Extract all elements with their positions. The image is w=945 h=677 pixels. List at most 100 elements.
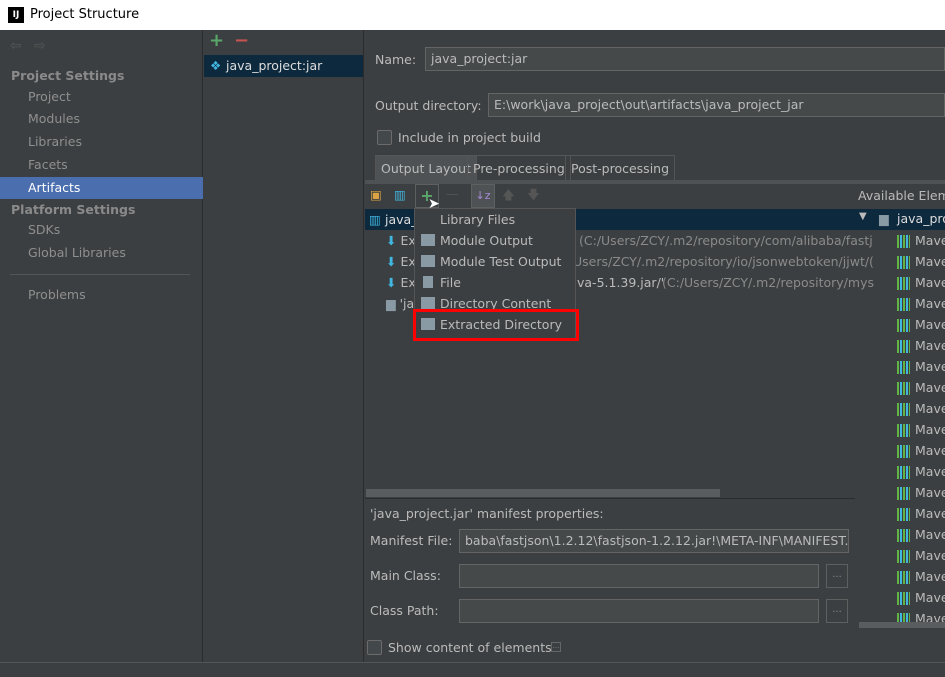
available-item-label: Mave — [915, 296, 945, 311]
available-item-label: Mave — [915, 275, 945, 290]
folder-icon: ▆ — [386, 296, 396, 311]
move-down-icon[interactable]: 🡇 — [527, 186, 540, 207]
available-item[interactable]: Mave — [897, 566, 945, 587]
tree-root-label: java_ — [385, 212, 418, 227]
sidebar-item-project[interactable]: Project — [0, 86, 203, 108]
tree-row-path: (C:/Users/ZCY/.m2/repository/com/alibaba… — [579, 233, 873, 248]
sidebar-item-facets[interactable]: Facets — [0, 154, 203, 176]
available-item[interactable]: Mave — [897, 419, 945, 440]
tree-row[interactable]: ⬇ Ex — [386, 230, 416, 251]
show-content-checkbox[interactable] — [367, 640, 382, 655]
available-item[interactable]: Mave — [897, 314, 945, 335]
sidebar: ⇦ ⇨ Project Settings Project Modules Lib… — [0, 30, 203, 662]
output-directory-input[interactable]: E:\work\java_project\out\artifacts\java_… — [488, 93, 945, 117]
class-path-input[interactable] — [459, 599, 819, 623]
available-item[interactable]: Mave — [897, 293, 945, 314]
class-path-browse-button[interactable]: ... — [826, 599, 848, 623]
library-icon — [897, 529, 910, 542]
file-icon — [423, 276, 433, 288]
library-icon — [897, 298, 910, 311]
forward-icon[interactable]: ⇨ — [34, 38, 46, 54]
name-label: Name: — [375, 52, 417, 67]
available-item[interactable]: Mave — [897, 251, 945, 272]
sort-icon[interactable]: ↓z — [471, 184, 495, 208]
back-icon[interactable]: ⇦ — [10, 38, 22, 54]
tab-post-processing[interactable]: Post-processing — [565, 155, 676, 180]
app-logo: IJ — [8, 7, 24, 23]
available-item-label: Mave — [915, 485, 945, 500]
main-class-input[interactable] — [459, 564, 819, 588]
tree-horizontal-scrollbar[interactable] — [366, 489, 720, 497]
available-item[interactable]: Mave — [897, 335, 945, 356]
highlight-box — [413, 309, 579, 341]
available-scrollbar[interactable] — [859, 622, 945, 628]
available-item[interactable]: Mave — [897, 356, 945, 377]
menu-item-label: Module Test Output — [440, 254, 562, 269]
menu-item-library-files[interactable]: Library Files — [415, 209, 575, 230]
available-item[interactable]: Mave — [897, 272, 945, 293]
tab-output-layout[interactable]: Output Layout — [375, 155, 477, 180]
available-item[interactable]: Mave — [897, 377, 945, 398]
move-up-icon[interactable]: 🡅 — [502, 186, 515, 207]
available-item-label: Mave — [915, 548, 945, 563]
title-bar: IJ Project Structure — [0, 0, 945, 30]
available-item[interactable]: Mave — [897, 461, 945, 482]
available-item[interactable]: Mave — [897, 503, 945, 524]
extracted-icon: ⬇ — [386, 233, 397, 248]
available-item[interactable]: Mave — [897, 545, 945, 566]
available-item[interactable]: Mave — [897, 524, 945, 545]
tab-underline — [365, 180, 945, 184]
remove-element-button[interactable]: — — [446, 186, 459, 201]
show-content-label: Show content of elements — [388, 640, 552, 655]
available-list: Mave Mave Mave Mave Mave Mave Mave Mave Mave Mave… — [897, 230, 945, 629]
available-root[interactable]: ▼ ▆ java_proj — [855, 209, 945, 230]
menu-item-label: File — [440, 275, 461, 290]
tree-row[interactable]: ▆ 'ja — [386, 293, 414, 314]
available-item-label: Mave — [915, 338, 945, 353]
library-icon — [897, 277, 910, 290]
artifact-label: java_project:jar — [226, 58, 323, 73]
available-item[interactable]: Mave — [897, 230, 945, 251]
menu-item-file[interactable]: File — [415, 272, 575, 293]
available-item[interactable]: Mave — [897, 587, 945, 608]
expand-arrow-icon: ▼ — [859, 211, 867, 222]
main-class-label: Main Class: — [370, 568, 441, 583]
library-icon — [897, 319, 910, 332]
name-input[interactable]: java_project:jar — [425, 47, 945, 71]
status-bar — [0, 662, 945, 677]
sidebar-item-problems[interactable]: Problems — [0, 284, 203, 306]
available-item-label: Mave — [915, 254, 945, 269]
tab-pre-processing[interactable]: Pre-processing — [467, 155, 571, 180]
menu-item-module-output[interactable]: Module Output — [415, 230, 575, 251]
class-path-label: Class Path: — [370, 603, 439, 618]
show-content-options-button[interactable]: ... — [551, 642, 561, 652]
add-artifact-button[interactable]: + — [209, 30, 224, 51]
remove-artifact-button[interactable]: − — [234, 30, 249, 51]
sidebar-item-sdks[interactable]: SDKs — [0, 219, 203, 241]
available-item[interactable]: Mave — [897, 398, 945, 419]
sidebar-item-libraries[interactable]: Libraries — [0, 131, 203, 153]
section-project-settings: Project Settings — [11, 68, 125, 83]
sidebar-item-global-libraries[interactable]: Global Libraries — [0, 242, 203, 264]
archive-icon[interactable]: ▥ — [394, 187, 406, 202]
artifact-item[interactable]: ❖ java_project:jar — [204, 55, 363, 77]
available-item-label: Mave — [915, 317, 945, 332]
include-in-build-checkbox[interactable] — [377, 130, 392, 145]
library-icon — [421, 213, 435, 225]
manifest-file-input[interactable]: baba\fastjson\1.2.12\fastjson-1.2.12.jar… — [459, 529, 849, 553]
artifact-list: + − ❖ java_project:jar — [204, 30, 364, 662]
library-icon — [897, 382, 910, 395]
available-item-label: Mave — [915, 569, 945, 584]
available-item[interactable]: Mave — [897, 440, 945, 461]
tree-row[interactable]: ⬇ Ex — [386, 272, 416, 293]
available-item[interactable]: Mave — [897, 482, 945, 503]
library-icon — [897, 340, 910, 353]
available-root-label: java_proj — [897, 211, 945, 226]
create-directory-icon[interactable]: ▣ — [370, 187, 382, 202]
module-output-icon — [421, 234, 435, 246]
sidebar-item-artifacts[interactable]: Artifacts — [0, 177, 203, 199]
menu-item-module-test-output[interactable]: Module Test Output — [415, 251, 575, 272]
main-class-browse-button[interactable]: ... — [826, 564, 848, 588]
sidebar-item-modules[interactable]: Modules — [0, 108, 203, 130]
tree-row[interactable]: ⬇ Ex — [386, 251, 416, 272]
